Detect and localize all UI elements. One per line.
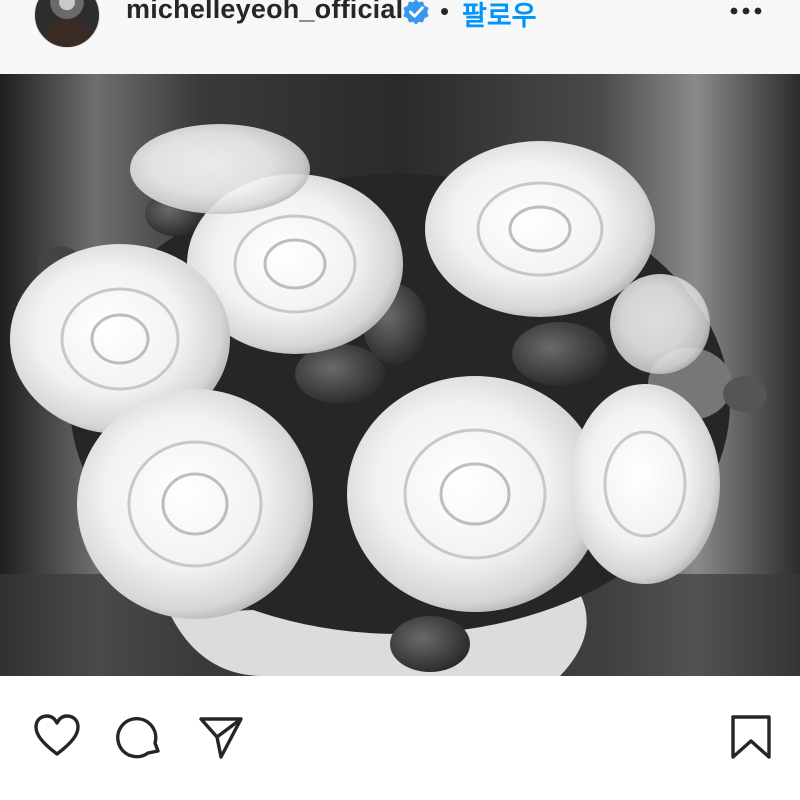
- post-header: michelleyeoh_official • 팔로우: [0, 0, 800, 74]
- comment-icon[interactable]: [115, 713, 163, 761]
- separator-dot: •: [440, 0, 450, 26]
- follow-button[interactable]: 팔로우: [462, 0, 537, 33]
- post-image[interactable]: [0, 74, 800, 676]
- verified-badge-icon: [403, 0, 429, 25]
- username-link[interactable]: michelleyeoh_official: [126, 0, 403, 25]
- post-actions-bar: [0, 676, 800, 800]
- heart-icon[interactable]: [33, 712, 81, 760]
- more-options-icon[interactable]: [728, 0, 764, 24]
- bookmark-icon[interactable]: [727, 713, 775, 761]
- rose-bouquet-photo: [0, 74, 800, 676]
- avatar[interactable]: [34, 0, 100, 48]
- send-icon[interactable]: [197, 713, 245, 761]
